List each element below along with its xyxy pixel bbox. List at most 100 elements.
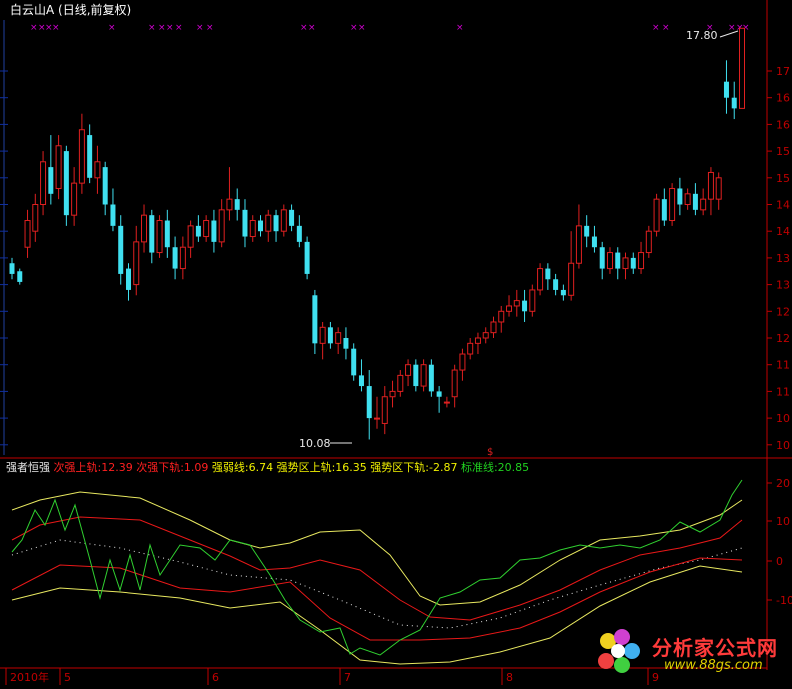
price-tick-label: 13 bbox=[776, 252, 790, 265]
candle-body-down bbox=[164, 220, 170, 248]
candle-body-down bbox=[591, 236, 597, 248]
candle-body-down bbox=[522, 300, 528, 312]
candle-body-up bbox=[78, 129, 85, 184]
candle-body-down bbox=[312, 295, 318, 344]
x-tick-label: 7 bbox=[344, 671, 351, 684]
candle-body-up bbox=[32, 204, 39, 232]
candle-body-up bbox=[684, 193, 691, 206]
candle-body-down bbox=[545, 268, 551, 280]
candle-body-up bbox=[24, 220, 31, 248]
candle-body-down bbox=[195, 225, 201, 237]
candle-body-up bbox=[218, 209, 225, 243]
candle-body-down bbox=[234, 199, 240, 210]
price-tick-label: 12 bbox=[776, 332, 790, 345]
indicator-label-5: 标准线:20.85 bbox=[457, 461, 530, 474]
candle-body-up bbox=[381, 396, 388, 424]
candle-body-down bbox=[661, 199, 667, 221]
candle-body-up bbox=[374, 417, 380, 420]
candle-body-down bbox=[87, 135, 93, 178]
candle-body-down bbox=[358, 375, 364, 387]
candle-body-up bbox=[405, 364, 412, 376]
candle-body-up bbox=[156, 220, 163, 254]
price-tick-label: 17 bbox=[776, 65, 790, 78]
watermark-url: www.88gs.com bbox=[664, 658, 763, 673]
signal-marker-top: × bbox=[206, 23, 214, 33]
candle-body-up bbox=[653, 198, 660, 232]
candle-body-up bbox=[187, 225, 194, 248]
candle-body-up bbox=[179, 246, 186, 270]
indicator-label-4: 强势区下轨:-2.87 bbox=[366, 461, 458, 474]
candle-body-down bbox=[289, 209, 295, 226]
candle-body-up bbox=[474, 337, 481, 344]
candle-body-down bbox=[677, 188, 683, 205]
price-tick-label: 11 bbox=[776, 359, 790, 372]
candle-body-up bbox=[513, 300, 520, 307]
chart-title: 白云山A (日线,前复权) bbox=[10, 3, 132, 17]
candle-body-up bbox=[669, 187, 676, 222]
candle-body-up bbox=[94, 161, 101, 179]
indicator-label-3: 强势区上轨:16.35 bbox=[273, 461, 367, 474]
high-price-label: 17.80 bbox=[686, 29, 718, 42]
price-tick-label: 10 bbox=[776, 412, 790, 425]
candle-body-up bbox=[40, 161, 47, 205]
candle-body-up bbox=[397, 374, 404, 392]
x-tick-label: 8 bbox=[506, 671, 513, 684]
signal-marker-top: × bbox=[30, 23, 38, 33]
candle-body-down bbox=[48, 167, 54, 194]
price-tick-label: 11 bbox=[776, 385, 790, 398]
candle-body-up bbox=[420, 364, 427, 387]
signal-marker-top: × bbox=[652, 23, 660, 33]
x-tick-label: 2010年 bbox=[10, 670, 49, 684]
candle-body-down bbox=[17, 271, 23, 282]
signal-marker-top: × bbox=[300, 23, 308, 33]
chart-canvas[interactable]: 17 16 16 15 15 14 14 13 13 12 12 11 11 10 10 20 10 0 -10 20… bbox=[0, 0, 792, 685]
indicator-name: 强者恒强 bbox=[6, 461, 50, 474]
candle-body-up bbox=[498, 310, 505, 323]
candle-body-up bbox=[707, 171, 714, 200]
candle-body-up bbox=[606, 252, 613, 270]
indicator-label-2: 强弱线:6.74 bbox=[208, 461, 274, 474]
candle-body-up bbox=[529, 289, 536, 312]
candle-body-up bbox=[226, 198, 233, 211]
signal-marker-top: × bbox=[166, 23, 174, 33]
candle-body-down bbox=[436, 391, 442, 397]
candle-body-up bbox=[638, 252, 645, 270]
signal-marker-top: × bbox=[148, 23, 156, 33]
candle-body-up bbox=[451, 369, 458, 398]
candle-body-up bbox=[506, 305, 513, 312]
candle-body-up bbox=[568, 262, 575, 296]
candle-body-down bbox=[304, 241, 310, 274]
candle-body-up bbox=[319, 326, 326, 344]
indicator-tick-label: 10 bbox=[776, 515, 790, 528]
candle-body-down bbox=[296, 225, 302, 242]
signal-marker-top: × bbox=[662, 23, 670, 33]
signal-marker-top: × bbox=[52, 23, 60, 33]
indicator-tick-label: -10 bbox=[776, 594, 792, 607]
candle-body-up bbox=[575, 225, 582, 264]
signal-marker-top: × bbox=[456, 23, 464, 33]
price-tick-label: 16 bbox=[776, 118, 790, 131]
candle-body-down bbox=[366, 386, 372, 419]
watermark-text: 分析家公式网 bbox=[652, 636, 778, 660]
candle-body-down bbox=[242, 209, 248, 237]
price-tick-label: 14 bbox=[776, 225, 790, 238]
x-tick-label: 6 bbox=[212, 671, 219, 684]
candle-body-down bbox=[553, 279, 559, 290]
signal-marker-top: × bbox=[196, 23, 204, 33]
candle-body-down bbox=[731, 97, 737, 109]
chart-window[interactable]: 17 16 16 15 15 14 14 13 13 12 12 11 11 10 10 20 10 0 -10 20… bbox=[0, 0, 792, 685]
candle-body-down bbox=[118, 225, 124, 274]
candle-body-down bbox=[110, 204, 116, 226]
candle-body-down bbox=[723, 81, 729, 98]
price-tick-label: 16 bbox=[776, 92, 790, 105]
signal-marker-top: × bbox=[350, 23, 358, 33]
candle-body-down bbox=[258, 220, 264, 232]
candle-body-up bbox=[715, 177, 722, 200]
signal-marker-top: × bbox=[308, 23, 316, 33]
candle-body-up bbox=[280, 209, 287, 232]
flower-logo-icon bbox=[598, 629, 640, 673]
signal-marker-top: × bbox=[175, 23, 183, 33]
candle-body-down bbox=[351, 348, 357, 376]
candle-body-up bbox=[265, 214, 272, 232]
candle-body-down bbox=[584, 225, 590, 237]
